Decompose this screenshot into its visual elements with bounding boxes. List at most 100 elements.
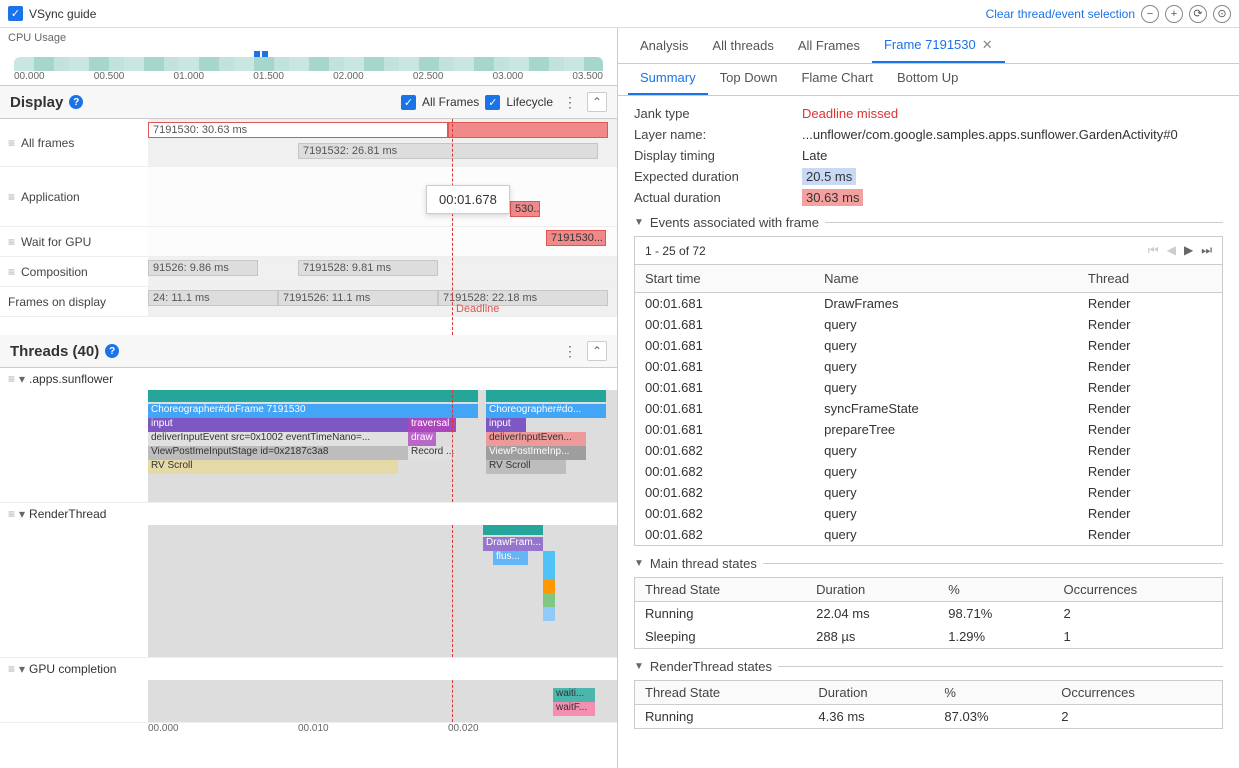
trace-bar[interactable]: waitF... — [553, 702, 595, 716]
table-row[interactable]: 00:01.681queryRender — [635, 314, 1222, 335]
events-section-header[interactable]: ▼Events associated with frame — [634, 215, 1223, 230]
drag-handle-icon[interactable]: ≡ — [8, 507, 15, 521]
col-percent[interactable]: % — [938, 578, 1053, 602]
drag-handle-icon[interactable]: ≡ — [8, 265, 15, 279]
composition-bar[interactable]: 7191528: 9.81 ms — [298, 260, 438, 276]
frame-bar-selected[interactable]: 7191530: 30.63 ms — [148, 122, 448, 138]
page-next-icon[interactable]: ▶ — [1184, 243, 1193, 258]
table-row[interactable]: 00:01.682queryRender — [635, 524, 1222, 545]
zoom-out-icon[interactable]: − — [1141, 5, 1159, 23]
table-row[interactable]: 00:01.681DrawFramesRender — [635, 293, 1222, 315]
gpu-frame-bar[interactable]: 7191530... — [546, 230, 606, 246]
frame-bar-next[interactable]: 7191532: 26.81 ms — [298, 143, 598, 159]
trace-bar[interactable] — [543, 565, 555, 579]
trace-bar[interactable] — [543, 593, 555, 607]
col-thread-state[interactable]: Thread State — [635, 681, 808, 705]
trace-bar[interactable]: deliverInputEvent src=0x1002 eventTimeNa… — [148, 432, 408, 446]
subtab-flame[interactable]: Flame Chart — [789, 62, 885, 95]
tab-analysis[interactable]: Analysis — [628, 30, 700, 63]
trace-bar[interactable] — [543, 607, 555, 621]
trace-bar[interactable]: Choreographer#doFrame 7191530 — [148, 404, 478, 418]
col-duration[interactable]: Duration — [806, 578, 938, 602]
page-first-icon[interactable]: ⏮ — [1148, 243, 1159, 258]
table-row[interactable]: 00:01.681queryRender — [635, 356, 1222, 377]
clear-selection-link[interactable]: Clear thread/event selection — [986, 7, 1135, 21]
trace-bar[interactable]: RV Scroll — [148, 460, 398, 474]
chevron-up-icon[interactable]: ⌃ — [587, 92, 607, 112]
trace-bar[interactable]: traversal — [408, 418, 456, 432]
col-name[interactable]: Name — [814, 265, 1078, 293]
table-row[interactable]: Running4.36 ms87.03%2 — [635, 705, 1222, 729]
table-row[interactable]: 00:01.681prepareTreeRender — [635, 419, 1222, 440]
col-thread-state[interactable]: Thread State — [635, 578, 806, 602]
table-row[interactable]: Running22.04 ms98.71%2 — [635, 602, 1222, 626]
table-row[interactable]: 00:01.682queryRender — [635, 503, 1222, 524]
drag-handle-icon[interactable]: ≡ — [8, 235, 15, 249]
subtab-summary[interactable]: Summary — [628, 62, 708, 95]
drag-handle-icon[interactable]: ≡ — [8, 372, 15, 386]
zoom-fit-icon[interactable]: ⊙ — [1213, 5, 1231, 23]
subtab-topdown[interactable]: Top Down — [708, 62, 790, 95]
trace-bar[interactable]: ViewPostImeInputStage id=0x2187c3a8 — [148, 446, 408, 460]
trace-bar[interactable]: input — [486, 418, 526, 432]
all-frames-checkbox[interactable]: ✓ — [401, 95, 416, 110]
tab-all-frames[interactable]: All Frames — [786, 30, 872, 63]
tab-frame[interactable]: Frame 7191530✕ — [872, 29, 1005, 63]
main-states-header[interactable]: ▼Main thread states — [634, 556, 1223, 571]
trace-bar[interactable]: Record ... — [408, 446, 456, 460]
table-row[interactable]: Sleeping288 µs1.29%1 — [635, 625, 1222, 648]
close-icon[interactable]: ✕ — [982, 37, 993, 52]
trace-bar[interactable]: RV Scroll — [486, 460, 566, 474]
chevron-down-icon[interactable]: ▾ — [19, 507, 25, 521]
trace-bar[interactable]: input — [148, 418, 408, 432]
trace-bar[interactable] — [543, 579, 555, 593]
page-last-icon[interactable]: ⏭ — [1201, 243, 1212, 258]
chevron-down-icon[interactable]: ▾ — [19, 372, 25, 386]
app-frame-bar[interactable]: 530... — [510, 201, 540, 217]
render-states-header[interactable]: ▼RenderThread states — [634, 659, 1223, 674]
composition-bar[interactable]: 91526: 9.86 ms — [148, 260, 258, 276]
col-duration[interactable]: Duration — [808, 681, 934, 705]
fod-bar[interactable]: 7191526: 11.1 ms — [278, 290, 438, 306]
lifecycle-checkbox[interactable]: ✓ — [485, 95, 500, 110]
trace-bar[interactable]: DrawFram... — [483, 537, 543, 551]
cpu-usage-chart[interactable]: CPU Usage 00.00000.50001.00001.50002.000… — [0, 28, 617, 86]
drag-handle-icon[interactable]: ≡ — [8, 662, 15, 676]
subtab-bottomup[interactable]: Bottom Up — [885, 62, 970, 95]
col-occurrences[interactable]: Occurrences — [1053, 578, 1222, 602]
drag-handle-icon[interactable]: ≡ — [8, 190, 15, 204]
trace-bar[interactable]: flus... — [493, 551, 528, 565]
table-row[interactable]: 00:01.682queryRender — [635, 482, 1222, 503]
table-row[interactable]: 00:01.681queryRender — [635, 377, 1222, 398]
trace-bar[interactable] — [486, 390, 606, 402]
col-percent[interactable]: % — [934, 681, 1051, 705]
table-row[interactable]: 00:01.682queryRender — [635, 440, 1222, 461]
trace-bar[interactable]: ViewPostImeInp... — [486, 446, 586, 460]
table-row[interactable]: 00:01.681syncFrameStateRender — [635, 398, 1222, 419]
table-row[interactable]: 00:01.682queryRender — [635, 461, 1222, 482]
col-start-time[interactable]: Start time — [635, 265, 814, 293]
trace-bar[interactable]: draw — [408, 432, 436, 446]
help-icon[interactable]: ? — [105, 344, 119, 358]
chevron-down-icon[interactable]: ▾ — [19, 662, 25, 676]
zoom-in-icon[interactable]: + — [1165, 5, 1183, 23]
chevron-up-icon[interactable]: ⌃ — [587, 341, 607, 361]
col-occurrences[interactable]: Occurrences — [1051, 681, 1222, 705]
col-thread[interactable]: Thread — [1078, 265, 1222, 293]
trace-bar[interactable] — [483, 525, 543, 535]
selection-marker[interactable] — [262, 51, 268, 57]
page-prev-icon[interactable]: ◀ — [1167, 243, 1176, 258]
trace-bar[interactable] — [148, 390, 478, 402]
trace-bar[interactable] — [543, 551, 555, 565]
help-icon[interactable]: ? — [69, 95, 83, 109]
more-icon[interactable]: ⋮ — [559, 94, 581, 111]
trace-bar[interactable]: Choreographer#do... — [486, 404, 606, 418]
fod-bar[interactable]: 24: 11.1 ms — [148, 290, 278, 306]
tab-all-threads[interactable]: All threads — [700, 30, 785, 63]
more-icon[interactable]: ⋮ — [559, 343, 581, 360]
table-row[interactable]: 00:01.681queryRender — [635, 335, 1222, 356]
drag-handle-icon[interactable]: ≡ — [8, 136, 15, 150]
vsync-checkbox[interactable]: ✓ — [8, 6, 23, 21]
trace-bar[interactable]: waiti... — [553, 688, 595, 702]
zoom-reset-icon[interactable]: ⟳ — [1189, 5, 1207, 23]
